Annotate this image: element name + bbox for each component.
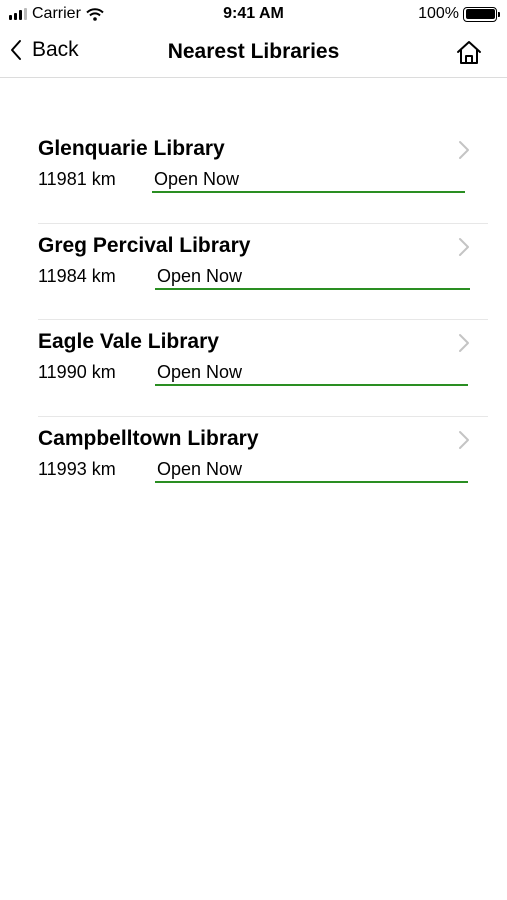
- library-name: Campbelltown Library: [38, 426, 259, 450]
- library-distance: 11984 km: [38, 265, 116, 286]
- home-icon[interactable]: [455, 39, 483, 67]
- library-row[interactable]: Campbelltown Library 11993 km Open Now: [38, 417, 488, 514]
- battery-icon: [463, 6, 500, 22]
- library-name: Greg Percival Library: [38, 233, 251, 257]
- back-label: Back: [32, 38, 79, 61]
- library-name: Eagle Vale Library: [38, 330, 219, 353]
- chevron-right-icon: [459, 141, 469, 159]
- library-name: Glenquarie Library: [38, 137, 225, 160]
- chevron-left-icon: [11, 40, 21, 60]
- library-row[interactable]: Glenquarie Library 11981 km Open Now: [38, 127, 488, 224]
- chevron-right-icon: [459, 334, 469, 352]
- library-list: Glenquarie Library 11981 km Open Now Gre…: [38, 127, 488, 513]
- status-bar: Carrier 9:41 AM 100%: [0, 0, 507, 30]
- library-distance: 11990 km: [38, 362, 116, 382]
- library-distance: 11993 km: [38, 458, 116, 479]
- battery-percent: 100%: [418, 5, 459, 22]
- library-row[interactable]: Greg Percival Library 11984 km Open Now: [38, 224, 488, 320]
- back-button[interactable]: Back: [10, 38, 79, 62]
- chevron-right-icon: [459, 430, 469, 449]
- chevron-right-icon: [459, 237, 469, 256]
- library-status: Open Now: [155, 266, 470, 290]
- library-status: Open Now: [152, 169, 465, 193]
- navigation-bar: Back Nearest Libraries: [0, 30, 507, 78]
- library-status: Open Now: [155, 459, 468, 483]
- library-row[interactable]: Eagle Vale Library 11990 km Open Now: [38, 320, 488, 417]
- status-right: 100%: [418, 5, 500, 23]
- library-distance: 11981 km: [38, 169, 116, 189]
- library-status: Open Now: [155, 362, 468, 386]
